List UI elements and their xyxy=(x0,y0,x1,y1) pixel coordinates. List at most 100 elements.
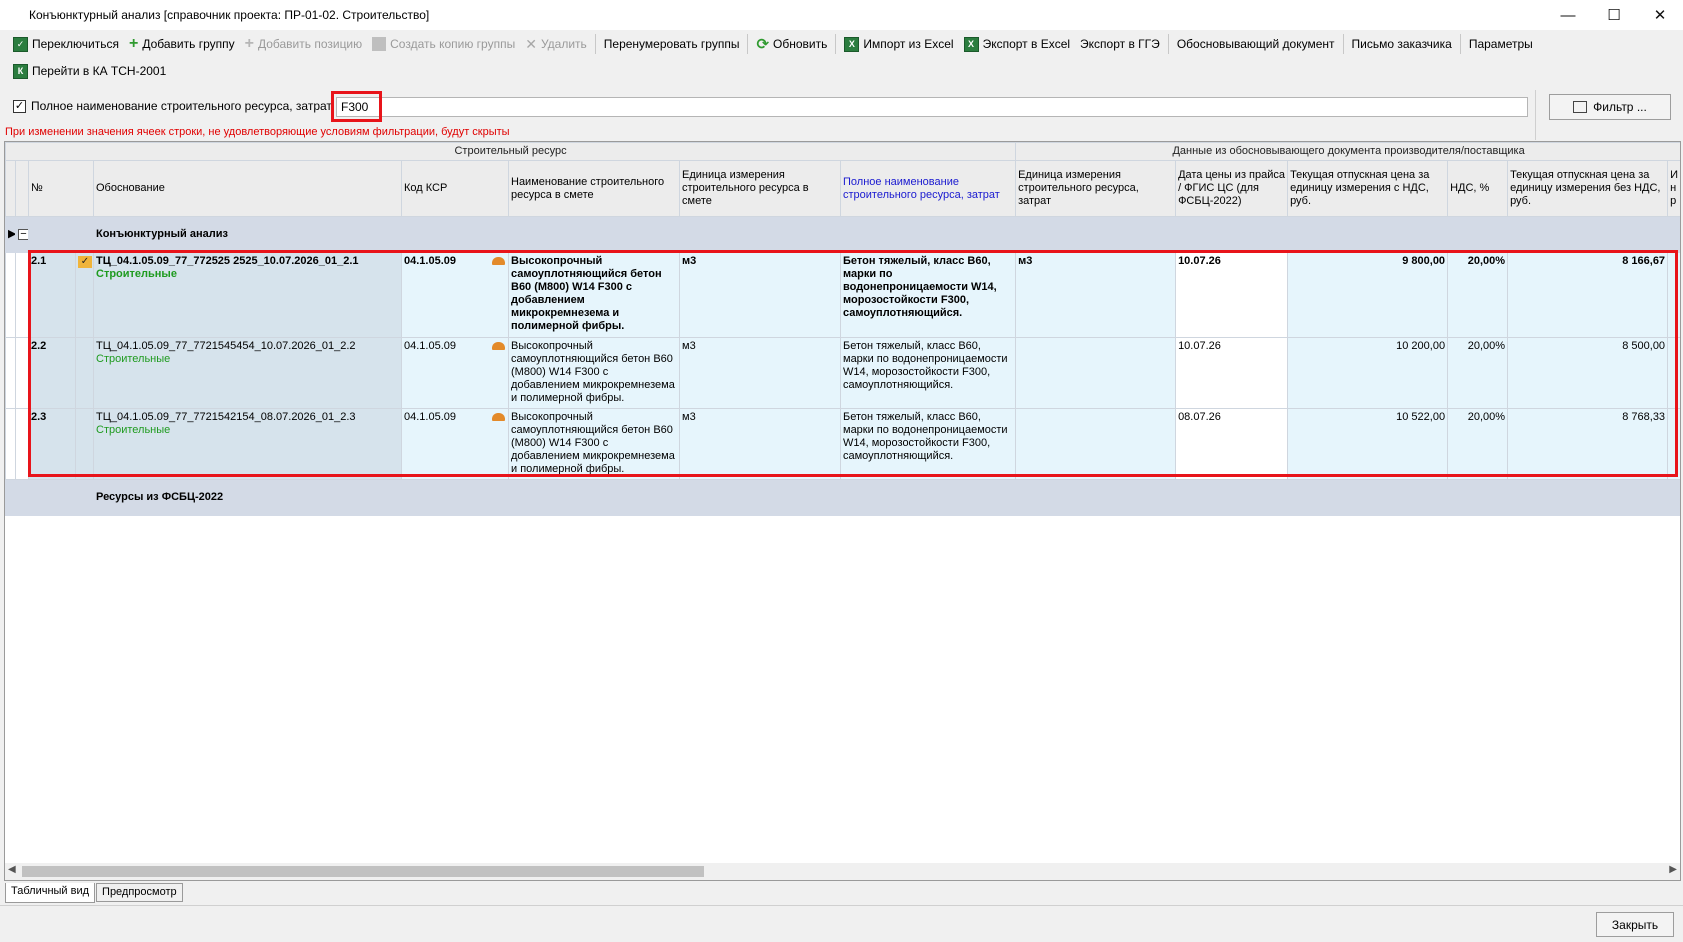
row-basis: ТЦ_04.1.05.09_77_772525 2525_10.07.2026_… xyxy=(96,255,359,267)
row-full-name[interactable]: Бетон тяжелый, класс B60, марки по водон… xyxy=(839,337,1017,409)
row-name-estimate: Высокопрочный самоуплотняющийся бетон B6… xyxy=(508,337,680,409)
row-date[interactable]: 10.07.26 xyxy=(1175,337,1289,409)
excel-icon: ✓ xyxy=(13,36,28,52)
scroll-left-icon[interactable]: ◀ xyxy=(8,864,16,875)
row-unit-estimate: м3 xyxy=(679,252,841,338)
row-indicator-header xyxy=(5,160,16,217)
parameters-button[interactable]: Параметры xyxy=(1464,32,1538,56)
toolbar-separator xyxy=(594,34,596,54)
row-price-novat[interactable]: 8 166,67 xyxy=(1507,252,1669,338)
section-row-fsbc[interactable]: Ресурсы из ФСБЦ-2022 xyxy=(5,479,1680,516)
row-ksr: 04.1.05.09 xyxy=(404,255,456,267)
row-name-estimate: Высокопрочный самоуплотняющийся бетон B6… xyxy=(508,408,680,480)
row-name-estimate: Высокопрочный самоуплотняющийся бетон B6… xyxy=(508,252,680,338)
row-unit[interactable]: м3 xyxy=(1015,252,1177,338)
row-date[interactable]: 08.07.26 xyxy=(1175,408,1289,480)
toolbar-separator xyxy=(747,34,749,54)
row-full-name[interactable]: Бетон тяжелый, класс B60, марки по водон… xyxy=(839,252,1017,338)
col-price-vat[interactable]: Текущая отпускная цена за единицу измере… xyxy=(1287,160,1449,217)
copy-icon xyxy=(372,37,387,51)
row-ksr: 04.1.05.09 xyxy=(404,411,456,423)
full-name-filter-checkbox[interactable]: ✓ xyxy=(13,100,26,113)
col-price-novat[interactable]: Текущая отпускная цена за единицу измере… xyxy=(1507,160,1669,217)
col-date[interactable]: Дата цены из прайса / ФГИС ЦС (для ФСБЦ-… xyxy=(1175,160,1289,217)
basis-document-button[interactable]: Обосновывающий документ xyxy=(1172,32,1340,56)
col-full-name[interactable]: Полное наименование строительного ресурс… xyxy=(839,160,1017,217)
table-row[interactable]: 2.1 ✓ ТЦ_04.1.05.09_77_772525 2525_10.07… xyxy=(5,252,1680,338)
resource-icon xyxy=(492,413,505,421)
row-vat[interactable]: 20,00% xyxy=(1447,252,1509,338)
tab-preview[interactable]: Предпросмотр xyxy=(96,883,183,902)
col-unit-estimate[interactable]: Единица измерения строительного ресурса … xyxy=(679,160,841,217)
window-title: Конъюнктурный анализ [справочник проекта… xyxy=(29,8,430,22)
toolbar-separator xyxy=(1459,34,1461,54)
row-num: 2.2 xyxy=(28,337,76,409)
row-vat[interactable]: 20,00% xyxy=(1447,337,1509,409)
table-row[interactable]: 2.2 ТЦ_04.1.05.09_77_7721545454_10.07.20… xyxy=(5,337,1680,409)
maximize-button[interactable]: ☐ xyxy=(1591,0,1637,30)
close-window-button[interactable]: ✕ xyxy=(1637,0,1683,30)
resource-icon xyxy=(492,342,505,350)
section-row-analysis[interactable]: ▶ − Конъюнктурный анализ xyxy=(5,216,1680,253)
refresh-button[interactable]: ⟳ Обновить xyxy=(751,32,832,56)
col-basis[interactable]: Обоснование xyxy=(93,160,402,217)
filter-icon xyxy=(1573,101,1588,113)
row-vat[interactable]: 20,00% xyxy=(1447,408,1509,480)
filter-row: ✓ Полное наименование строительного ресу… xyxy=(0,90,1683,126)
row-price-vat[interactable]: 9 800,00 xyxy=(1287,252,1449,338)
import-excel-button[interactable]: X Импорт из Excel xyxy=(839,32,958,56)
tab-table-view[interactable]: Табличный вид xyxy=(5,883,96,903)
row-unit[interactable] xyxy=(1015,408,1177,480)
row-num: 2.1 xyxy=(28,252,76,338)
row-full-name[interactable]: Бетон тяжелый, класс B60, марки по водон… xyxy=(839,408,1017,480)
toolbar-separator xyxy=(1342,34,1344,54)
plus-icon: + xyxy=(244,35,254,52)
horizontal-scrollbar[interactable]: ◀ ▶ xyxy=(5,863,1680,880)
minimize-button[interactable]: — xyxy=(1545,0,1591,30)
col-unit[interactable]: Единица измерения строительного ресурса,… xyxy=(1015,160,1177,217)
row-price-vat[interactable]: 10 200,00 xyxy=(1287,337,1449,409)
col-ksr[interactable]: Код КСР xyxy=(401,160,509,217)
scroll-thumb[interactable] xyxy=(22,866,704,877)
add-position-button[interactable]: + Добавить позицию xyxy=(240,32,368,56)
col-num[interactable]: № xyxy=(28,160,94,217)
resource-icon xyxy=(492,257,505,265)
title-bar: Конъюнктурный анализ [справочник проекта… xyxy=(0,0,1683,30)
filter-button[interactable]: Фильтр ... xyxy=(1549,94,1671,120)
copy-group-button[interactable]: Создать копию группы xyxy=(367,32,520,56)
row-price-vat[interactable]: 10 522,00 xyxy=(1287,408,1449,480)
export-excel-button[interactable]: X Экспорт в Excel xyxy=(959,32,1075,56)
filter-input[interactable]: F300 xyxy=(336,97,1528,117)
row-price-novat[interactable]: 8 768,33 xyxy=(1507,408,1669,480)
row-unit-estimate: м3 xyxy=(679,337,841,409)
row-unit-estimate: м3 xyxy=(679,408,841,480)
check-icon: ✓ xyxy=(78,256,92,268)
row-price-novat[interactable]: 8 500,00 xyxy=(1507,337,1669,409)
table-row[interactable]: 2.3 ТЦ_04.1.05.09_77_7721542154_08.07.20… xyxy=(5,408,1680,480)
add-group-button[interactable]: + Добавить группу xyxy=(124,32,240,56)
view-tabs: Табличный вид Предпросмотр xyxy=(5,883,184,903)
toolbar-separator xyxy=(1167,34,1169,54)
collapse-toggle[interactable]: − xyxy=(15,216,29,253)
row-category: Строительные xyxy=(96,268,177,280)
scroll-right-icon[interactable]: ▶ xyxy=(1669,864,1677,875)
bottom-bar: Закрыть xyxy=(0,905,1683,942)
customer-letter-button[interactable]: Письмо заказчика xyxy=(1347,32,1457,56)
col-extra[interactable]: И н р xyxy=(1667,160,1680,217)
row-category: Строительные xyxy=(96,424,171,436)
filter-input-highlight xyxy=(331,91,382,122)
goto-tsn-button[interactable]: К Перейти в КА ТСН-2001 xyxy=(8,59,171,83)
row-date[interactable]: 10.07.26 xyxy=(1175,252,1289,338)
current-row-indicator: ▶ xyxy=(5,216,16,253)
row-unit[interactable] xyxy=(1015,337,1177,409)
row-basis: ТЦ_04.1.05.09_77_7721542154_08.07.2026_0… xyxy=(96,411,356,423)
export-gge-button[interactable]: Экспорт в ГГЭ xyxy=(1075,32,1165,56)
group-header-supplier: Данные из обосновывающего документа прои… xyxy=(1015,142,1680,161)
col-vat[interactable]: НДС, % xyxy=(1447,160,1509,217)
col-name-estimate[interactable]: Наименование строительного ресурса в сме… xyxy=(508,160,680,217)
close-button[interactable]: Закрыть xyxy=(1596,912,1674,937)
renumber-groups-button[interactable]: Перенумеровать группы xyxy=(599,32,745,56)
switch-button[interactable]: ✓ Переключиться xyxy=(8,32,124,56)
filter-warning: При изменении значения ячеек строки, не … xyxy=(5,126,510,138)
delete-button[interactable]: ✕ Удалить xyxy=(520,32,592,56)
